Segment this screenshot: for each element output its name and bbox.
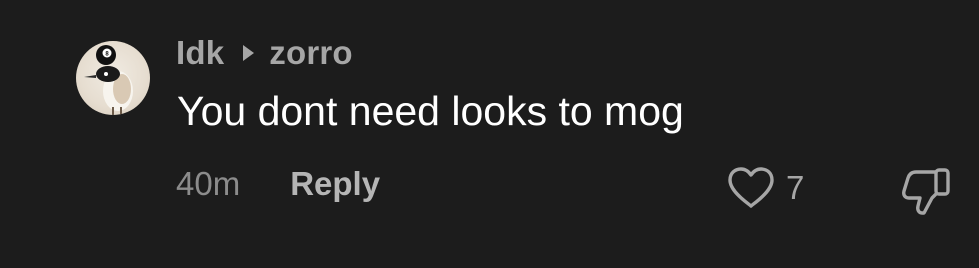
reply-to-name[interactable]: zorro [269, 34, 353, 72]
comment-actions: 40m Reply [176, 165, 380, 203]
thumbs-down-outline-icon [902, 168, 950, 215]
comment-age: 40m [176, 165, 241, 202]
comment: 8 Idk zorro You dont need looks to mog 4… [0, 0, 979, 268]
bird-avatar-image: 8 [84, 45, 133, 115]
reply-button[interactable]: Reply [290, 165, 380, 203]
like-button[interactable]: 7 [726, 166, 804, 210]
caret-right-icon [243, 45, 255, 61]
like-count: 7 [786, 169, 805, 206]
comment-text: You dont need looks to mog [177, 88, 684, 134]
dislike-button[interactable] [900, 166, 952, 216]
author-name[interactable]: Idk [176, 34, 224, 72]
comment-header: Idk zorro [176, 34, 353, 72]
heart-outline-icon [728, 167, 774, 208]
avatar[interactable]: 8 [76, 41, 150, 115]
